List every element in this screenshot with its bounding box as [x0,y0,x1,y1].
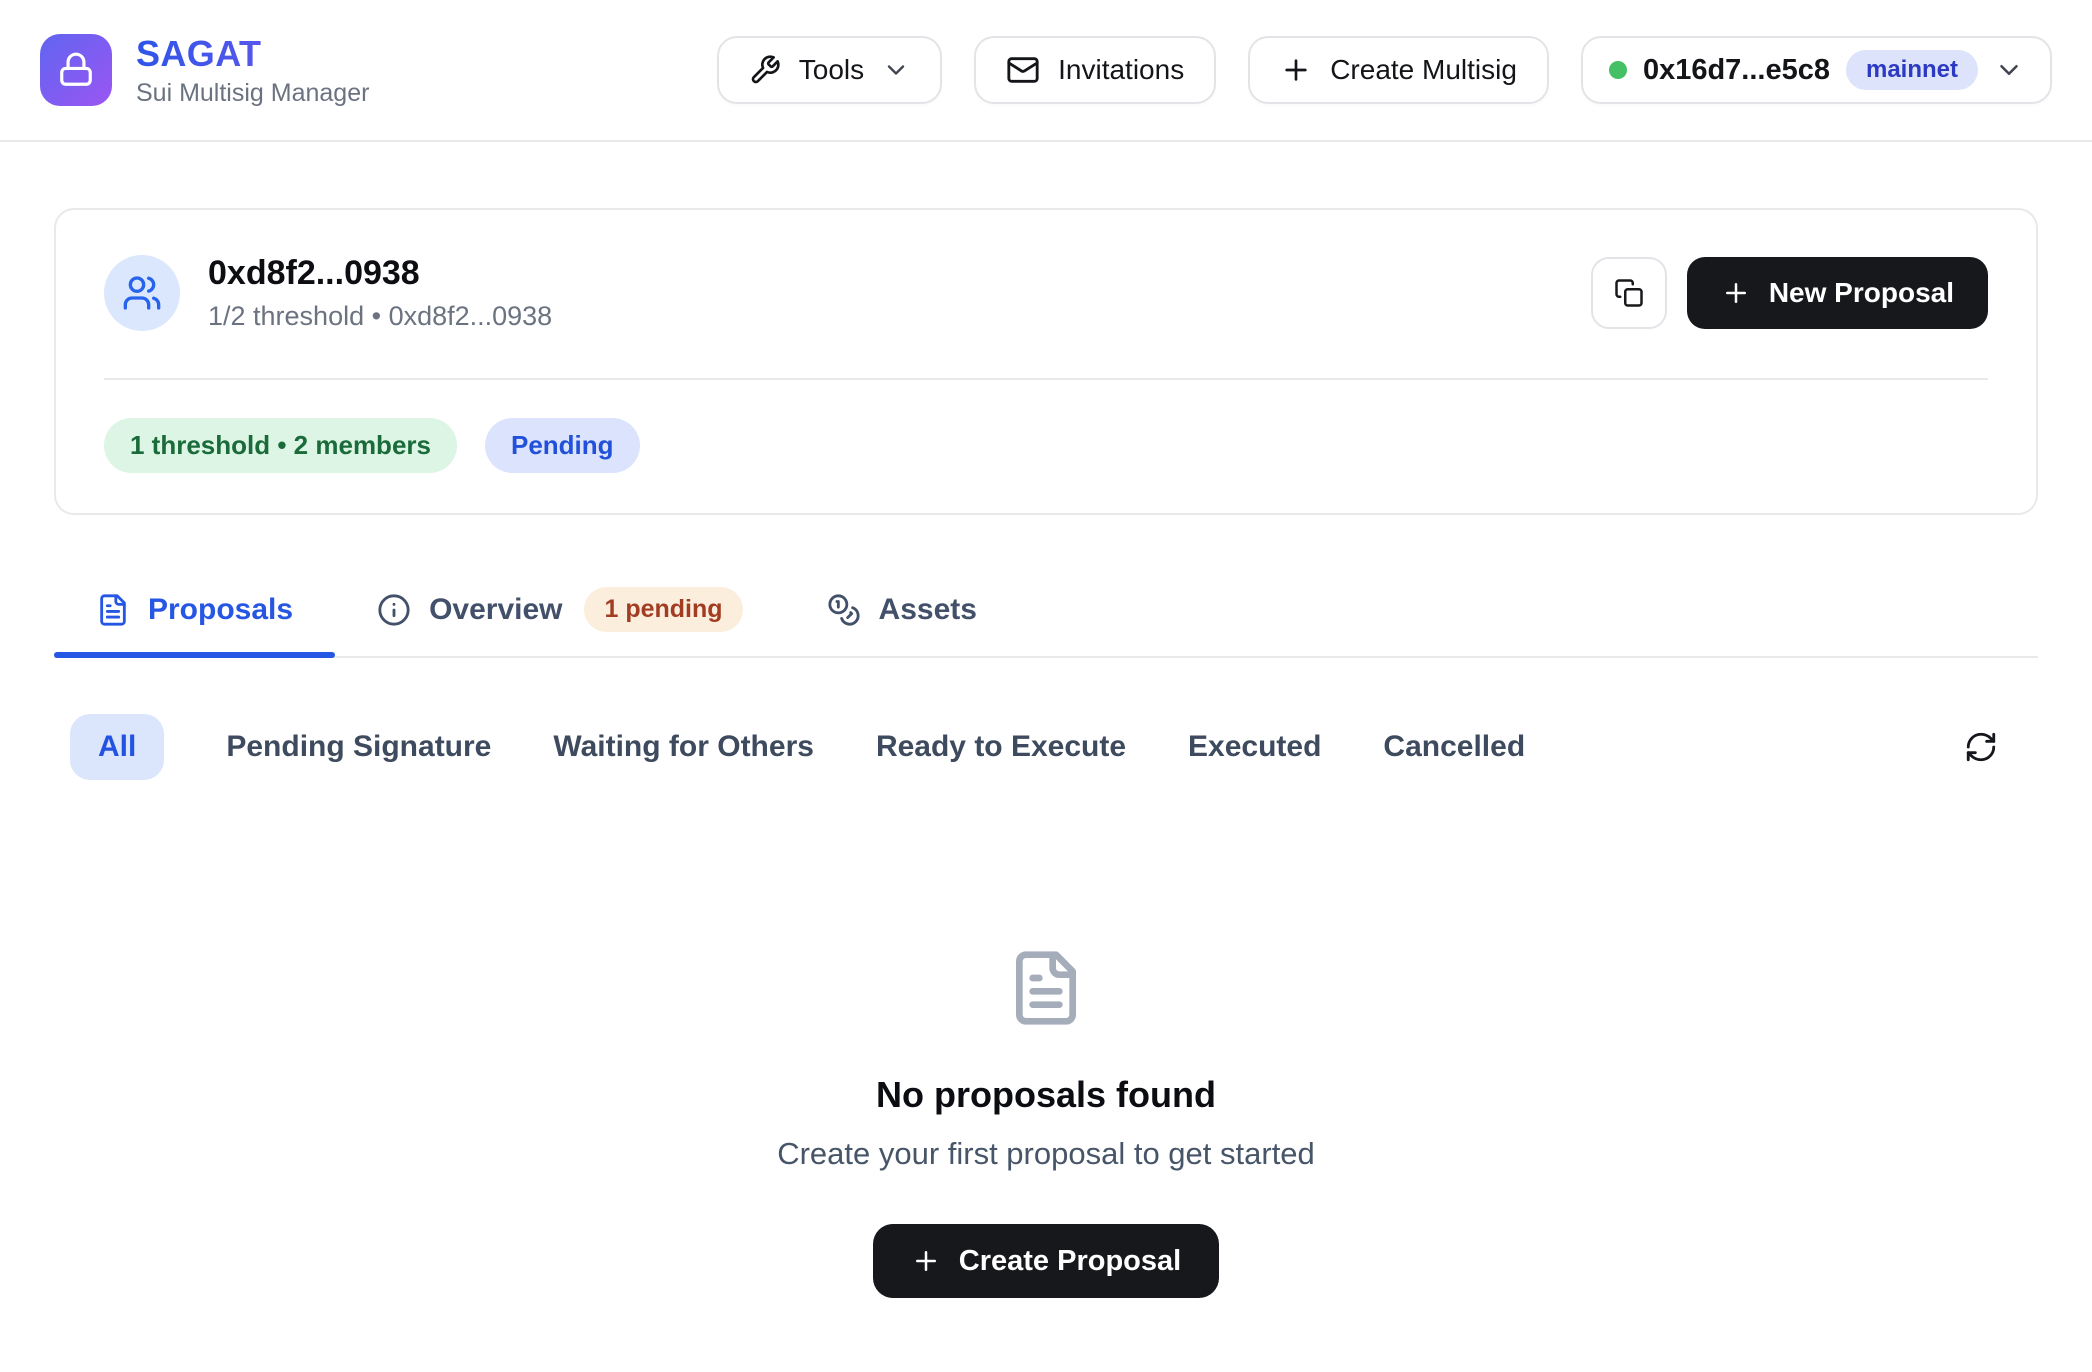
network-badge: mainnet [1846,50,1978,91]
header-actions: Tools Invitations Create Multi [717,36,2052,104]
multisig-card-header: 0xd8f2...0938 1/2 threshold • 0xd8f2...0… [104,254,1988,332]
pending-count-badge: 1 pending [584,587,742,632]
wallet-status-dot [1609,61,1627,79]
file-text-icon [96,593,130,627]
tab-label: Proposals [148,593,293,627]
copy-address-button[interactable] [1591,257,1667,329]
invitations-button[interactable]: Invitations [974,36,1216,104]
card-divider [104,378,1988,380]
refresh-button[interactable] [1956,722,2006,772]
copy-icon [1614,278,1644,308]
tab-label: Assets [879,593,977,627]
main-content: 0xd8f2...0938 1/2 threshold • 0xd8f2...0… [0,208,2092,1298]
filter-pending-signature[interactable]: Pending Signature [226,714,491,780]
tab-label: Overview [429,593,562,627]
refresh-cw-icon [1964,730,1998,764]
tools-button[interactable]: Tools [717,36,942,104]
multisig-card-actions: New Proposal [1591,257,1988,329]
plus-icon [1721,278,1751,308]
plus-icon [1280,54,1312,86]
empty-title: No proposals found [876,1074,1216,1116]
mail-icon [1006,53,1040,87]
multisig-titles: 0xd8f2...0938 1/2 threshold • 0xd8f2...0… [208,254,552,332]
filter-all[interactable]: All [70,714,164,780]
app-tagline: Sui Multisig Manager [136,79,369,108]
new-proposal-label: New Proposal [1769,277,1954,309]
top-bar: SAGAT Sui Multisig Manager Tools [0,0,2092,142]
create-proposal-label: Create Proposal [959,1245,1181,1278]
create-multisig-label: Create Multisig [1330,54,1517,86]
proposal-filters: All Pending Signature Waiting for Others… [54,714,2038,780]
tab-proposals[interactable]: Proposals [54,567,335,656]
info-icon [377,593,411,627]
membership-badge: 1 threshold • 2 members [104,418,457,473]
plus-icon [911,1246,941,1276]
tab-assets[interactable]: Assets [785,567,1019,656]
tab-bar: Proposals Overview 1 pending [54,567,2038,658]
invitations-label: Invitations [1058,54,1184,86]
filter-cancelled[interactable]: Cancelled [1383,714,1525,780]
filter-executed[interactable]: Executed [1188,714,1321,780]
empty-subtitle: Create your first proposal to get starte… [777,1136,1315,1172]
multisig-card: 0xd8f2...0938 1/2 threshold • 0xd8f2...0… [54,208,2038,515]
create-proposal-button[interactable]: Create Proposal [873,1224,1219,1298]
app-name: SAGAT [136,33,369,75]
chevron-down-icon [1994,55,2024,85]
wrench-icon [749,54,781,86]
lock-icon [57,51,95,89]
chevron-down-icon [882,56,910,84]
status-badge: Pending [485,418,640,473]
file-text-icon [1006,948,1086,1028]
new-proposal-button[interactable]: New Proposal [1687,257,1988,329]
users-icon [122,273,162,313]
filter-ready-to-execute[interactable]: Ready to Execute [876,714,1126,780]
app-titles: SAGAT Sui Multisig Manager [136,33,369,108]
app-logo [40,34,112,106]
empty-state: No proposals found Create your first pro… [54,948,2038,1298]
create-multisig-button[interactable]: Create Multisig [1248,36,1549,104]
wallet-button[interactable]: 0x16d7...e5c8 mainnet [1581,36,2052,104]
multisig-badges: 1 threshold • 2 members Pending [104,418,1988,473]
tools-label: Tools [799,54,864,86]
coins-icon [827,593,861,627]
multisig-avatar [104,255,180,331]
app-root: SAGAT Sui Multisig Manager Tools [0,0,2092,1372]
multisig-subtitle: 1/2 threshold • 0xd8f2...0938 [208,301,552,332]
multisig-title: 0xd8f2...0938 [208,254,552,293]
tab-overview[interactable]: Overview 1 pending [335,567,784,656]
wallet-address: 0x16d7...e5c8 [1643,54,1830,87]
filter-waiting-for-others[interactable]: Waiting for Others [553,714,814,780]
